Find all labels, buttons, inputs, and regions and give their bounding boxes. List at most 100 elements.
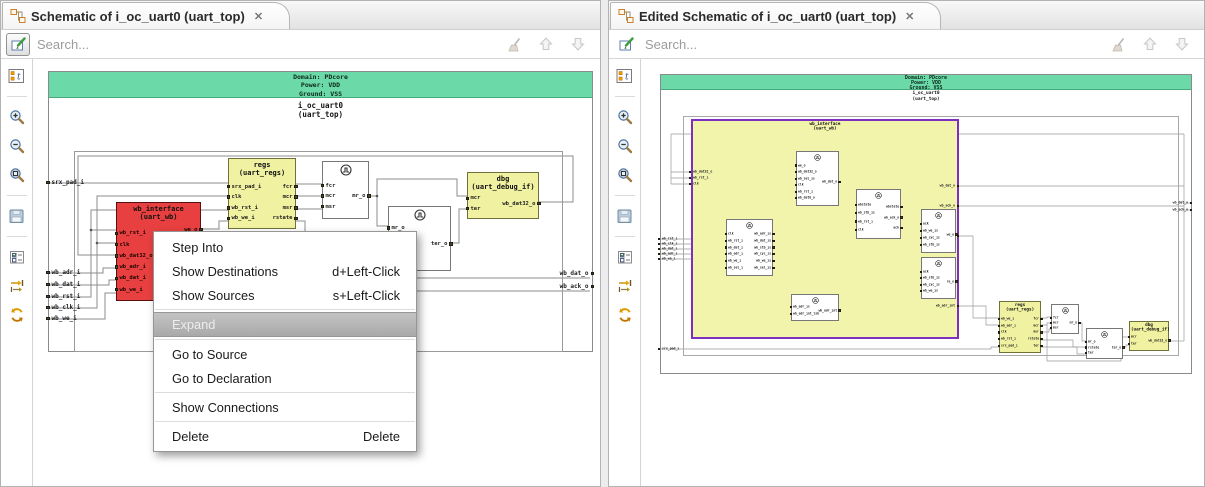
port[interactable]: we_o [922, 232, 958, 238]
clear-search-icon[interactable] [507, 37, 522, 52]
port[interactable]: wb_dat_is [727, 238, 775, 244]
port[interactable]: wb_cyc_is [727, 251, 775, 257]
search-input[interactable] [645, 36, 1104, 52]
menu-item-delete[interactable]: Delete Delete [154, 424, 416, 448]
sub-block-re[interactable]: ack wb_stb_is wb_cyc_is wb_we_is re_o [919, 257, 958, 299]
tab-close-icon[interactable]: ✕ [254, 10, 263, 23]
port[interactable]: wb_dat32_o [1130, 338, 1171, 344]
port[interactable]: wb_stb_is [727, 245, 775, 251]
hier-port[interactable]: clk [689, 181, 702, 187]
edited-schematic-canvas[interactable]: Domain: PDcore Power: VDD Ground: VSS i_… [641, 59, 1204, 486]
input-port[interactable]: srx_pad_i [46, 179, 84, 186]
show-schematic-contents-button[interactable] [6, 66, 28, 86]
pin-icon [772, 253, 775, 256]
previous-match-icon[interactable] [538, 36, 554, 52]
input-port[interactable]: wb_adr_i [46, 269, 80, 276]
menu-item-show-sources[interactable]: Show Sources s+Left-Click [154, 283, 416, 307]
filter-options-button[interactable] [6, 247, 28, 267]
port[interactable]: wb_sel_is [727, 265, 775, 271]
port[interactable]: wb_dat_o [797, 179, 841, 185]
output-port[interactable]: wb_dat_o [1146, 200, 1192, 206]
tab-edited-schematic[interactable]: Edited Schematic of i_oc_uart0 (uart_top… [610, 2, 942, 29]
trace-signals-button[interactable] [614, 276, 636, 296]
tab-schematic[interactable]: Schematic of i_oc_uart0 (uart_top) ✕ [2, 2, 291, 29]
filter-options-button[interactable] [614, 247, 636, 267]
block-register1[interactable]: fcr mcr msr mr_o [320, 161, 371, 219]
zoom-fit-button[interactable] [6, 165, 28, 185]
block-register3[interactable]: fcr mcr msr mr_o [1049, 304, 1081, 334]
port[interactable]: fcr [1000, 316, 1043, 322]
port[interactable]: wbstate [857, 204, 903, 210]
panel-sash[interactable] [601, 0, 608, 487]
tab-close-icon[interactable]: ✕ [905, 10, 914, 23]
block-regs[interactable]: regs (uart_regs) wb_we_i wb_adr_i clk wb_rs… [997, 301, 1043, 353]
block-dbg[interactable]: dbg (uart_debug_if) mcr ter wb_dat32_o [465, 172, 541, 219]
port[interactable]: ter [1000, 343, 1043, 349]
port[interactable]: ack [857, 225, 903, 231]
menu-item-show-connections[interactable]: Show Connections [154, 395, 416, 419]
sub-block-we[interactable]: ack wb_we_is wb_cyc_is wb_stb_is we_o [919, 209, 958, 253]
input-port[interactable]: wb_we_i [46, 315, 77, 322]
menu-item-step-into[interactable]: Step Into [154, 235, 416, 259]
port[interactable]: wb_adr_int [792, 308, 841, 314]
output-port[interactable]: wb_ack_o [528, 283, 594, 290]
block-regs[interactable]: regs (uart_regs) srx_pad_i clk wb_rst_i wb_… [226, 158, 298, 229]
clear-search-icon[interactable] [1111, 37, 1126, 52]
zoom-fit-button[interactable] [614, 165, 636, 185]
refresh-button[interactable] [614, 305, 636, 325]
next-match-icon[interactable] [1174, 36, 1190, 52]
hier-port[interactable]: wb_dat_o [919, 183, 959, 189]
port[interactable]: msr [229, 205, 298, 211]
port[interactable]: mcr [229, 194, 298, 200]
zoom-in-button[interactable] [614, 107, 636, 127]
port[interactable]: mcr [1000, 323, 1043, 329]
zoom-in-button[interactable] [6, 107, 28, 127]
menu-item-go-to-declaration[interactable]: Go to Declaration [154, 366, 416, 390]
port[interactable]: msr [1000, 329, 1043, 335]
show-schematic-contents-button[interactable] [614, 66, 636, 86]
clock-icon [875, 192, 882, 199]
toolbar-separator [614, 236, 635, 237]
sub-block-dat-mux[interactable]: we_o wb_dat32_o wb_sel_is clk wb_rst_i wb_dat… [794, 151, 841, 206]
menu-item-show-destinations[interactable]: Show Destinations d+Left-Click [154, 259, 416, 283]
port[interactable]: wb_we_is [727, 258, 775, 264]
output-port[interactable]: wb_ack_o [1146, 207, 1192, 213]
zoom-out-button[interactable] [614, 136, 636, 156]
clock-icon [1061, 307, 1069, 314]
save-button[interactable] [614, 206, 636, 226]
next-match-icon[interactable] [570, 36, 586, 52]
menu-item-go-to-source[interactable]: Go to Source [154, 342, 416, 366]
sub-block-input-regs[interactable]: clk wb_rst_i wb_dat_i wb_adr_i wb_we_i wb_sel… [724, 219, 775, 276]
previous-match-icon[interactable] [1142, 36, 1158, 52]
port[interactable]: rstate [1000, 336, 1043, 342]
port-label: mr_o [352, 193, 366, 199]
sub-block-wbstate[interactable]: wbstate wb_stb_is wb_rst_i clk wbstate wb_ac… [854, 189, 903, 239]
trace-signals-button[interactable] [6, 276, 28, 296]
sub-block-adr-int[interactable]: wb_adr_is wb_adr_int_lsb wb_adr_int [789, 294, 841, 321]
port[interactable]: mr_o [323, 193, 371, 199]
port[interactable]: wb_adr_is [727, 231, 775, 237]
edit-schematic-button[interactable] [614, 33, 638, 56]
pin-icon [294, 195, 298, 199]
input-port[interactable]: srx_pad_i [658, 346, 689, 352]
zoom-out-button[interactable] [6, 136, 28, 156]
search-input[interactable] [37, 36, 500, 52]
refresh-button[interactable] [6, 305, 28, 325]
port[interactable]: fcr [229, 184, 298, 190]
block-dbg[interactable]: dbg (uart_debug_if) mcr ter wb_dat32_o [1127, 321, 1171, 351]
input-port[interactable]: wb_clk_i [46, 304, 80, 311]
port[interactable]: wb_dat32_o [468, 201, 541, 207]
input-port[interactable]: wb_rst_i [46, 293, 80, 300]
port[interactable]: re_o [922, 279, 958, 285]
hier-port[interactable]: wb_adr_int [913, 303, 959, 309]
port[interactable]: wb_ack_o [857, 215, 903, 221]
edit-schematic-button[interactable] [6, 32, 30, 56]
save-button[interactable] [6, 206, 28, 226]
input-port[interactable]: wb_we_i [658, 256, 683, 262]
port[interactable]: rstate [229, 215, 298, 221]
output-port[interactable]: wb_dat_o [528, 270, 594, 277]
port[interactable]: ter_o [1087, 345, 1125, 351]
input-port[interactable]: wb_dat_i [46, 281, 80, 288]
port[interactable]: mr_o [1052, 320, 1081, 326]
block-register4[interactable]: mr_o rstate ter ter_o [1084, 328, 1125, 359]
